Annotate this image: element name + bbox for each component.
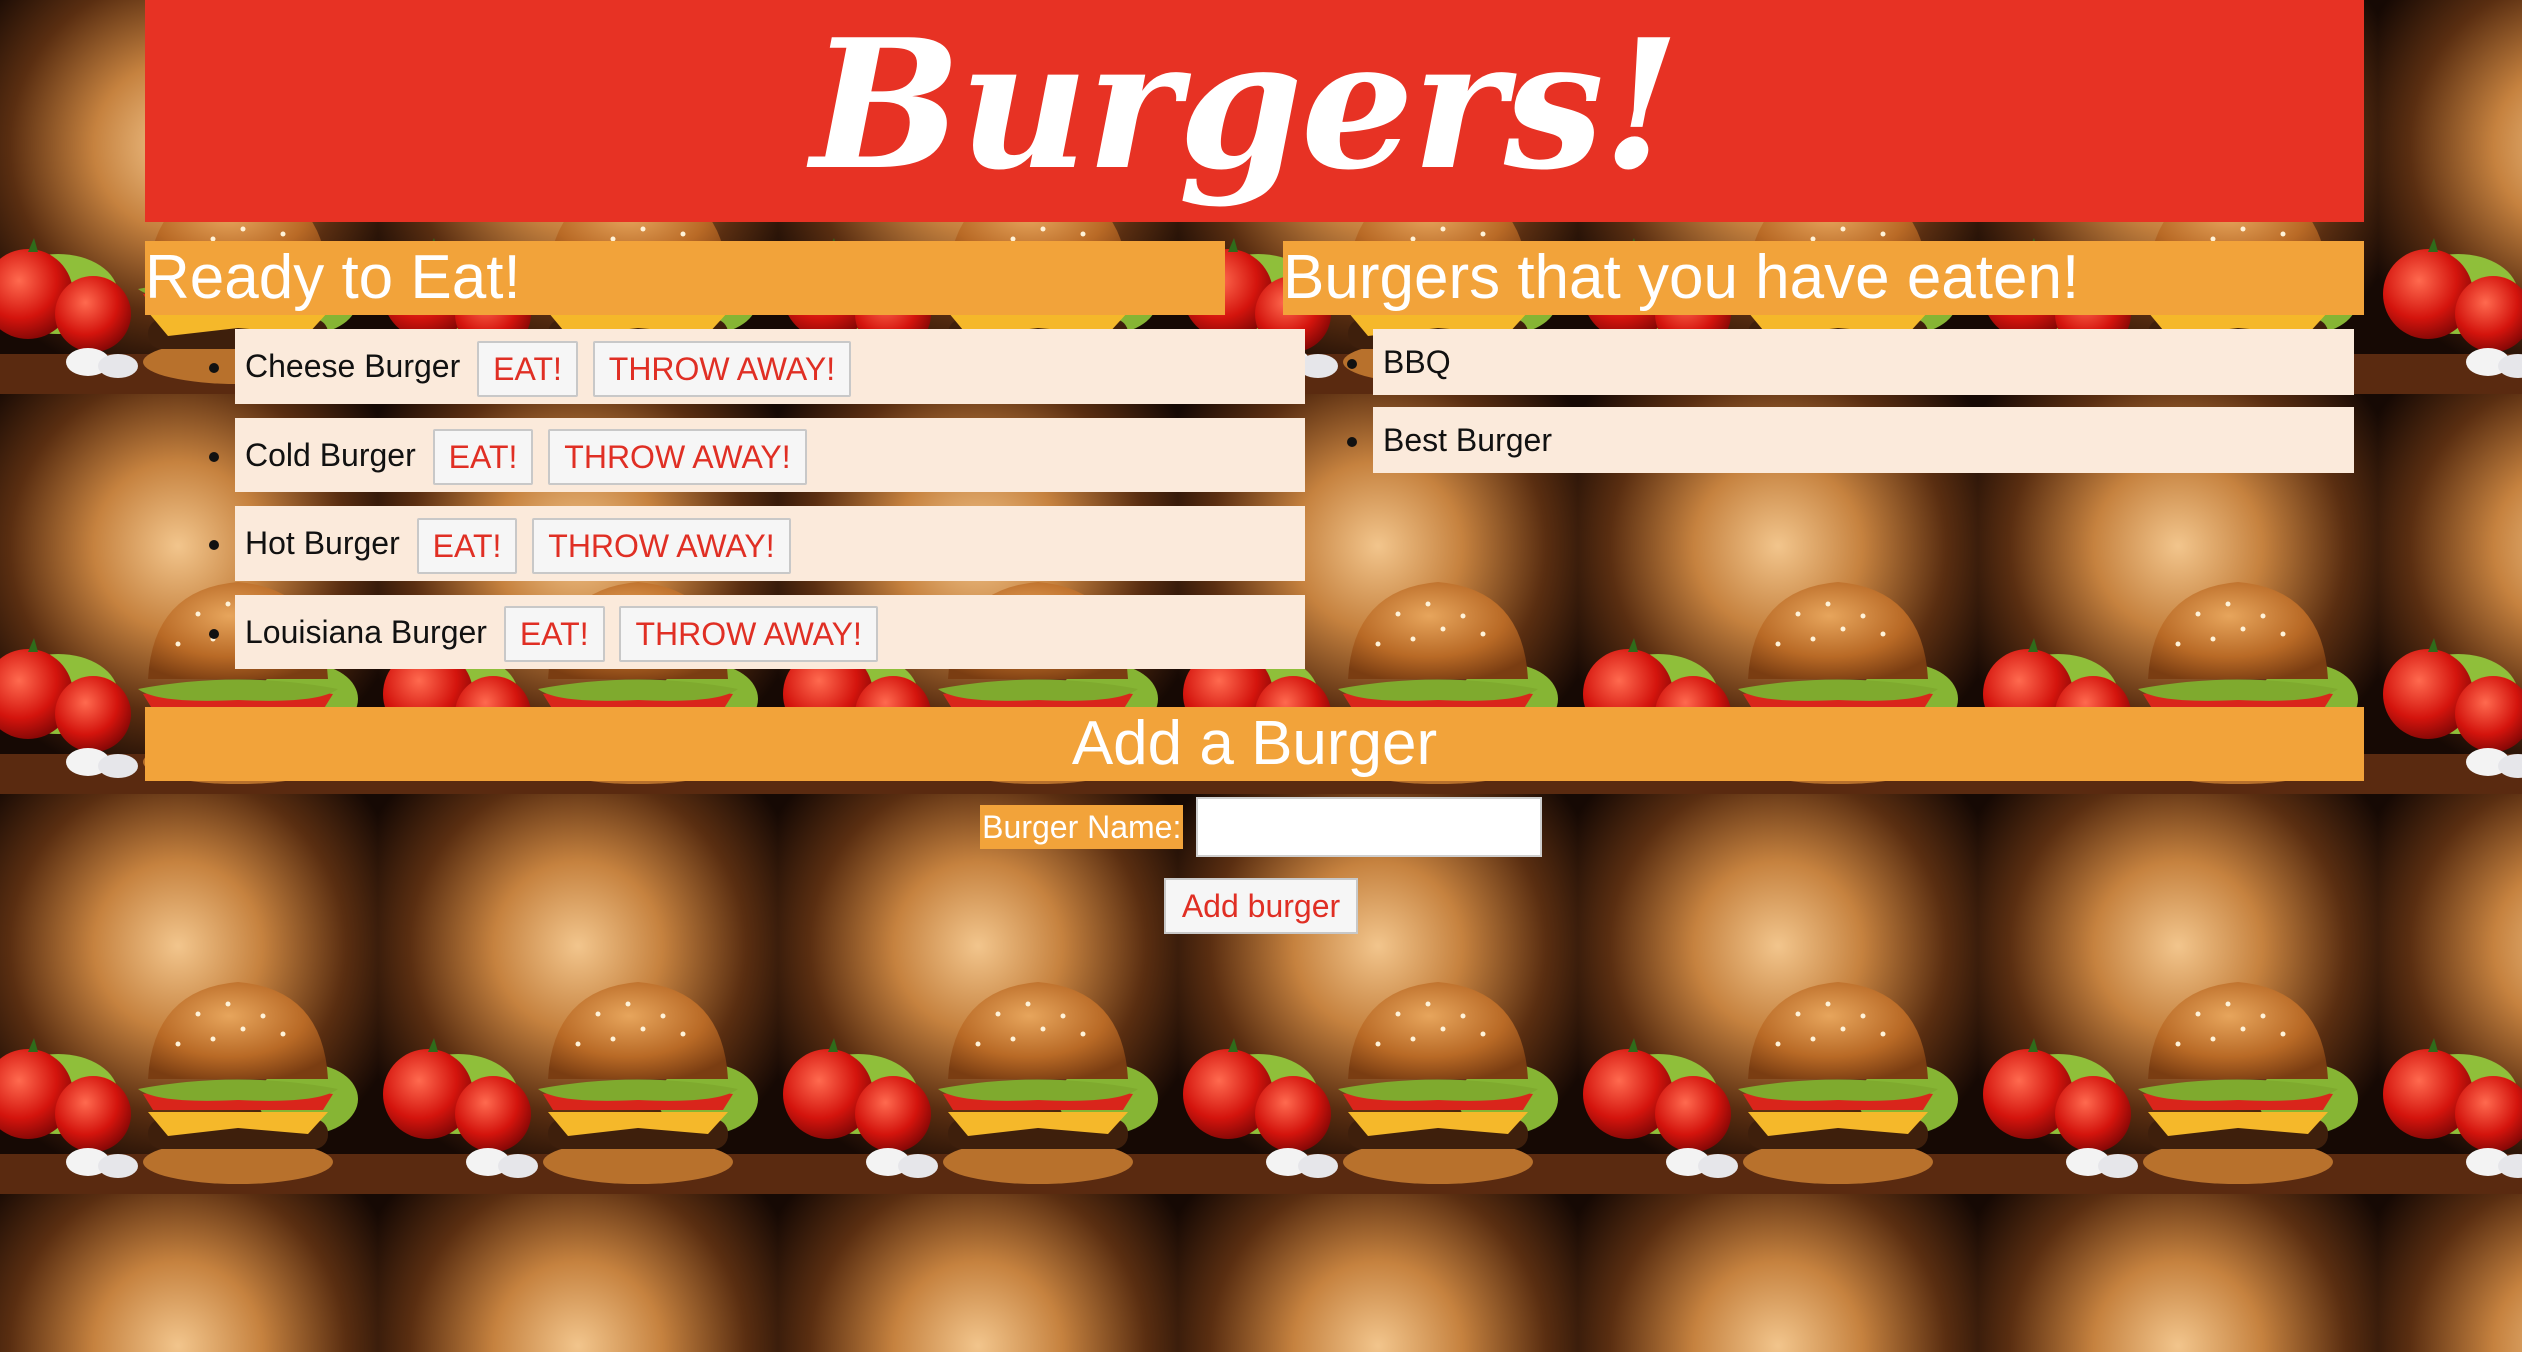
burger-name: Cold Burger [245, 436, 416, 473]
list-item: Cheese Burger EAT! THROW AWAY! [235, 329, 1305, 404]
eat-button[interactable]: EAT! [477, 340, 578, 397]
burger-name: Cheese Burger [245, 348, 461, 384]
add-burger-section: Add a Burger [145, 707, 2364, 781]
burger-name: Louisiana Burger [245, 613, 487, 650]
burger-name: Best Burger [1383, 422, 1552, 458]
eaten-burger-list: BBQ Best Burger [1283, 329, 2364, 473]
page: Burgers! Ready to Eat! Cheese Burger EAT… [0, 0, 2522, 1352]
list-item: Hot Burger EAT! THROW AWAY! [235, 506, 1305, 581]
throw-away-button[interactable]: THROW AWAY! [592, 340, 852, 397]
throw-away-button[interactable]: THROW AWAY! [548, 429, 807, 486]
submit-row: Add burger [0, 878, 2522, 934]
add-burger-form: Burger Name: [0, 797, 2522, 857]
burger-name: BBQ [1383, 344, 1451, 380]
ready-burger-list: Cheese Burger EAT! THROW AWAY! Cold Burg… [145, 329, 1305, 670]
header-banner: Burgers! [145, 0, 2364, 222]
eaten-column: Burgers that you have eaten! BBQ Best Bu… [1283, 241, 2364, 473]
ready-to-eat-column: Ready to Eat! Cheese Burger EAT! THROW A… [145, 241, 1305, 670]
list-item: Louisiana Burger EAT! THROW AWAY! [235, 594, 1305, 670]
add-burger-button[interactable]: Add burger [1163, 878, 1359, 934]
add-burger-heading: Add a Burger [145, 707, 2364, 781]
list-item: Cold Burger EAT! THROW AWAY! [235, 417, 1305, 493]
list-item: Best Burger [1373, 407, 2354, 473]
site-title: Burgers! [810, 0, 1680, 209]
list-item: BBQ [1373, 329, 2354, 395]
burger-name-label: Burger Name: [980, 805, 1184, 849]
throw-away-button[interactable]: THROW AWAY! [619, 606, 878, 663]
burger-name-input[interactable] [1195, 797, 1542, 857]
throw-away-button[interactable]: THROW AWAY! [532, 517, 791, 574]
eat-button[interactable]: EAT! [416, 517, 518, 574]
ready-to-eat-heading: Ready to Eat! [145, 241, 1225, 315]
eaten-heading: Burgers that you have eaten! [1283, 241, 2364, 315]
eat-button[interactable]: EAT! [432, 429, 534, 486]
eat-button[interactable]: EAT! [503, 606, 605, 663]
burger-name: Hot Burger [245, 525, 400, 562]
